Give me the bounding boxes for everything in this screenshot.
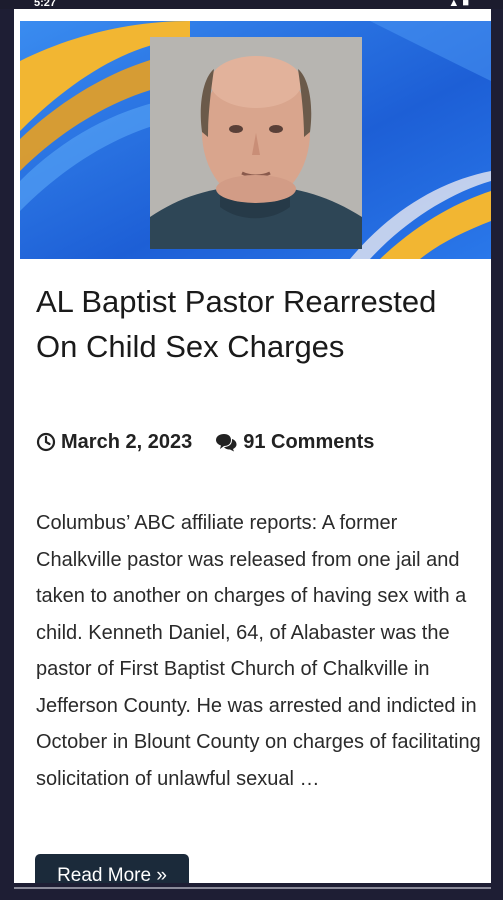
- status-icons: ▲ ■: [448, 0, 469, 9]
- article-card: AL Baptist Pastor Rearrested On Child Se…: [14, 9, 491, 883]
- article-excerpt: Columbus’ ABC affiliate reports: A forme…: [36, 512, 481, 790]
- bottom-bar: [0, 883, 503, 900]
- post-date-text: March 2, 2023: [61, 430, 193, 453]
- featured-image[interactable]: [20, 21, 491, 259]
- comments-icon: [216, 434, 237, 452]
- status-bar: 5:27 ▲ ■: [0, 0, 503, 9]
- divider: [14, 887, 491, 889]
- article-title[interactable]: AL Baptist Pastor Rearrested On Child Se…: [36, 279, 456, 369]
- article-meta: March 2, 2023 91 Comments: [36, 428, 374, 456]
- comments-count: 91 Comments: [243, 430, 375, 453]
- post-date[interactable]: March 2, 2023: [36, 431, 192, 454]
- comments-link[interactable]: 91 Comments: [214, 431, 374, 454]
- clock-icon: [36, 432, 56, 452]
- read-more-button[interactable]: Read More »: [35, 854, 189, 883]
- mugshot-photo: [150, 37, 362, 249]
- status-time: 5:27: [34, 0, 57, 9]
